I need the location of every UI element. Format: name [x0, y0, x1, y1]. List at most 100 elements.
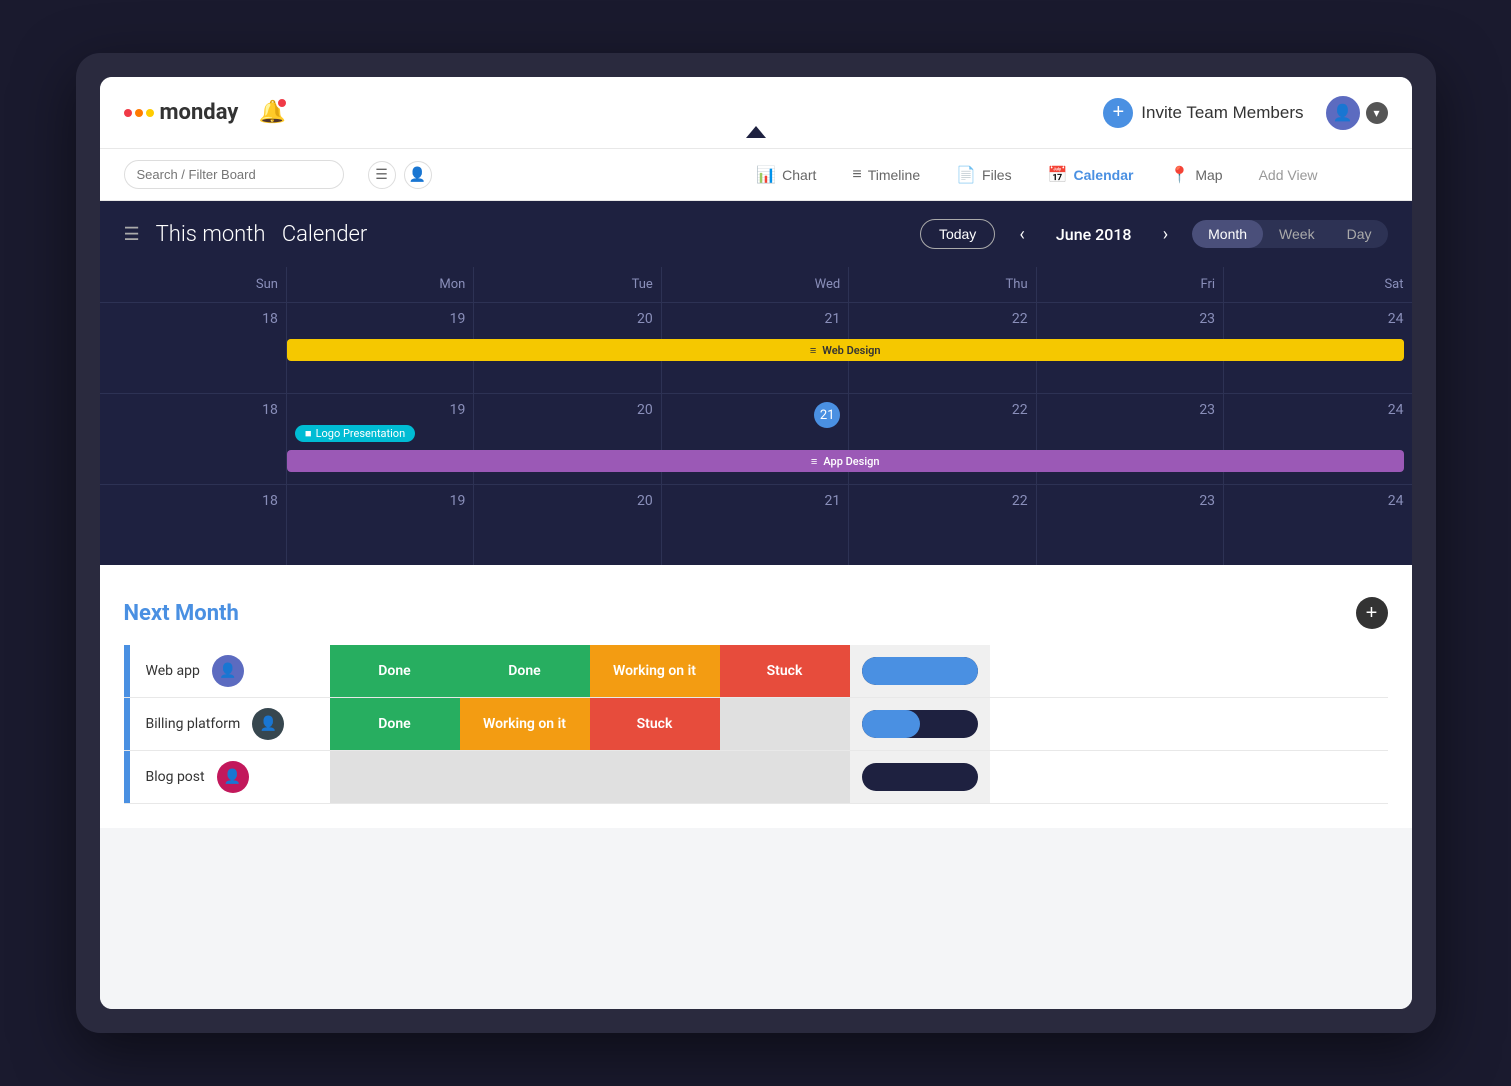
day-number: 20 [482, 311, 652, 327]
user-avatar-group: 👤 ▾ [1324, 94, 1388, 132]
week-view-button[interactable]: Week [1263, 220, 1331, 248]
day-number: 18 [108, 402, 278, 418]
hamburger-icon[interactable]: ☰ [124, 224, 140, 245]
month-view-button[interactable]: Month [1192, 220, 1263, 248]
month-year-display: June 2018 [1049, 225, 1139, 244]
status-empty-billing [720, 698, 850, 750]
calendar-icon: 📅 [1048, 165, 1068, 185]
cal-cell-thu-22c[interactable]: 22 [849, 485, 1036, 565]
tab-files[interactable]: 📄 Files [942, 159, 1025, 191]
main-content: ☰ This month Calender Today ‹ June 2018 … [100, 201, 1412, 1009]
add-row-button[interactable]: + [1356, 597, 1388, 629]
row-label-blog: Blog post [146, 769, 205, 785]
status-working-billing[interactable]: Working on it [460, 698, 590, 750]
cal-cell-mon-19c[interactable]: 19 [287, 485, 474, 565]
invite-button-label: Invite Team Members [1141, 103, 1303, 123]
next-month-arrow[interactable]: › [1155, 220, 1176, 249]
cal-cell-sun-18[interactable]: 18 [100, 303, 287, 393]
table-row: Web app 👤 Done Done Working on it Stuck [124, 645, 1388, 698]
avatar-web-app: 👤 [212, 655, 244, 687]
dot-orange [135, 109, 143, 117]
calendar-days-header: Sun Mon Tue Wed Thu Fri Sat [100, 267, 1412, 303]
invite-team-button[interactable]: + Invite Team Members [1103, 98, 1303, 128]
timeline-icon: ≡ [852, 166, 861, 184]
cal-cell-sun-18c[interactable]: 18 [100, 485, 287, 565]
tab-map[interactable]: 📍 Map [1155, 159, 1236, 191]
map-icon: 📍 [1169, 165, 1189, 185]
tab-chart[interactable]: 📊 Chart [742, 159, 830, 191]
calendar-title: This month Calender [156, 222, 368, 247]
status-working[interactable]: Working on it [590, 645, 720, 697]
progress-cell-blog [850, 751, 990, 803]
chart-icon: 📊 [756, 165, 776, 185]
day-number: 24 [1232, 402, 1403, 418]
calendar-week-row-2: 18 19 ■ Logo Presentation 20 [100, 394, 1412, 485]
calendar-title-suffix: Calender [282, 222, 368, 247]
cal-cell-fri-23c[interactable]: 23 [1037, 485, 1224, 565]
tab-calendar-label: Calendar [1074, 167, 1134, 183]
row-name-billing: Billing platform 👤 [130, 708, 330, 740]
plus-circle-icon: + [1103, 98, 1133, 128]
day-header-sun: Sun [100, 267, 287, 302]
progress-cell-billing [850, 698, 990, 750]
search-input[interactable] [124, 160, 344, 189]
status-empty-blog-2 [460, 751, 590, 803]
cal-cell-tue-20c[interactable]: 20 [474, 485, 661, 565]
row-label-web-app: Web app [146, 663, 200, 679]
day-number: 19 [295, 311, 465, 327]
day-header-tue: Tue [474, 267, 661, 302]
cal-cell-sun-18b[interactable]: 18 [100, 394, 287, 484]
day-number: 19 [295, 493, 465, 509]
today-button[interactable]: Today [920, 219, 995, 249]
web-design-text: Web Design [822, 344, 880, 357]
prev-month-arrow[interactable]: ‹ [1011, 220, 1032, 249]
calendar-title-main: This month [156, 222, 266, 247]
day-number: 24 [1232, 311, 1403, 327]
progress-bar-blog [862, 763, 978, 791]
avatar-billing: 👤 [252, 708, 284, 740]
week-label: Week [1279, 226, 1315, 242]
avatar[interactable]: 👤 [1324, 94, 1362, 132]
logo-dots [124, 109, 154, 117]
filter-icons: ☰ 👤 [368, 161, 432, 189]
add-view-button[interactable]: Add View [1245, 161, 1332, 189]
status-done-billing[interactable]: Done [330, 698, 460, 750]
status-empty-blog-3 [590, 751, 720, 803]
day-header-wed: Wed [662, 267, 849, 302]
status-stuck-billing[interactable]: Stuck [590, 698, 720, 750]
list-icon: ≡ [810, 344, 816, 357]
person-filter-icon[interactable]: 👤 [404, 161, 432, 189]
status-done-2[interactable]: Done [460, 645, 590, 697]
web-design-bar[interactable]: ≡ Web Design [287, 339, 1404, 361]
status-done-1[interactable]: Done [330, 645, 460, 697]
logo-word: monday [160, 100, 239, 125]
status-stuck[interactable]: Stuck [720, 645, 850, 697]
calendar-section: ☰ This month Calender Today ‹ June 2018 … [100, 201, 1412, 565]
day-number: 22 [857, 311, 1027, 327]
day-number: 22 [857, 493, 1027, 509]
logo-presentation-chip[interactable]: ■ Logo Presentation [295, 425, 415, 442]
add-view-label: Add View [1259, 167, 1318, 183]
day-header-mon: Mon [287, 267, 474, 302]
chevron-down-icon[interactable]: ▾ [1366, 102, 1388, 124]
day-view-button[interactable]: Day [1331, 220, 1388, 248]
calendar-header: ☰ This month Calender Today ‹ June 2018 … [100, 201, 1412, 267]
tab-calendar[interactable]: 📅 Calendar [1034, 159, 1148, 191]
list-icon: ≡ [811, 455, 817, 468]
day-number: 19 [295, 402, 465, 418]
app-design-bar[interactable]: ≡ App Design [287, 450, 1404, 472]
row-name-web-app: Web app 👤 [130, 655, 330, 687]
view-switcher: Month Week Day [1192, 220, 1387, 248]
cal-cell-wed-21c[interactable]: 21 [662, 485, 849, 565]
day-number: 24 [1232, 493, 1403, 509]
today-number: 21 [814, 402, 840, 428]
filter-icon[interactable]: ☰ [368, 161, 396, 189]
day-number: 20 [482, 402, 652, 418]
notification-bell[interactable]: 🔔 [254, 95, 290, 131]
tab-timeline[interactable]: ≡ Timeline [838, 160, 934, 190]
progress-bar [862, 657, 978, 685]
cal-cell-sat-24c[interactable]: 24 [1224, 485, 1411, 565]
day-label: Day [1347, 226, 1372, 242]
logo-area: monday 🔔 [124, 95, 291, 131]
table-section: Next Month + Web app 👤 Done Done Working… [100, 565, 1412, 828]
